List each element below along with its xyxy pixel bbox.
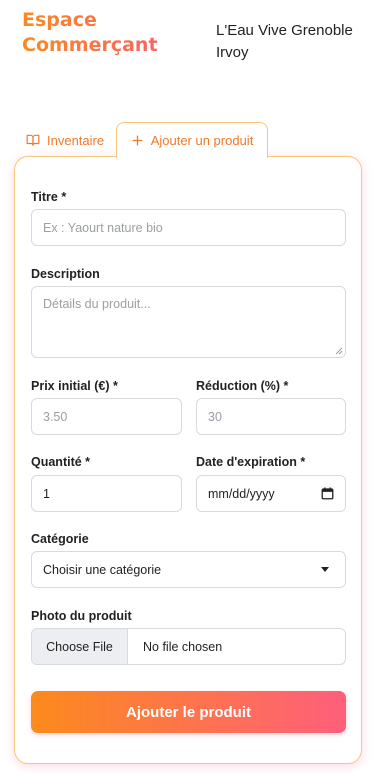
- tab-inventory[interactable]: Inventaire: [26, 122, 104, 158]
- shop-name: L'Eau Vive Grenoble Irvoy: [216, 22, 353, 61]
- title-label: Titre *: [31, 190, 67, 204]
- calendar-icon[interactable]: [321, 487, 334, 500]
- book-open-icon: [26, 133, 40, 147]
- price-input[interactable]: 3.50: [31, 398, 182, 435]
- expiry-date-value: mm/dd/yyyy: [208, 486, 275, 501]
- expiry-label: Date d'expiration *: [196, 455, 306, 469]
- brand-line-2: Commerçant: [22, 34, 158, 56]
- category-label: Catégorie: [31, 532, 89, 546]
- category-select[interactable]: Choisir une catégorie: [31, 551, 346, 588]
- quantity-input[interactable]: 1: [31, 475, 182, 512]
- price-label: Prix initial (€) *: [31, 379, 118, 393]
- description-textarea[interactable]: Détails du produit...: [31, 286, 346, 358]
- chevron-down-icon: [321, 567, 329, 572]
- description-label: Description: [31, 267, 100, 281]
- category-selected-value: Choisir une catégorie: [43, 562, 162, 577]
- brand-line-1: Espace: [22, 9, 97, 31]
- choose-file-button[interactable]: Choose File: [32, 629, 128, 664]
- tab-inventory-label: Inventaire: [47, 132, 105, 148]
- brand-title: Espace Commerçant: [22, 8, 158, 58]
- discount-label: Réduction (%) *: [196, 379, 289, 393]
- discount-input[interactable]: 30: [196, 398, 346, 435]
- photo-file-input[interactable]: Choose File No file chosen: [31, 628, 346, 665]
- tab-add-product-label: Ajouter un produit: [150, 133, 254, 148]
- plus-icon: [131, 134, 144, 147]
- resize-grip-icon[interactable]: [335, 347, 343, 355]
- tab-add-product[interactable]: Ajouter un produit: [116, 122, 268, 158]
- description-placeholder: Détails du produit...: [43, 297, 151, 311]
- quantity-label: Quantité *: [31, 455, 91, 469]
- title-input[interactable]: Ex : Yaourt nature bio: [31, 209, 346, 246]
- file-status: No file chosen: [143, 639, 223, 654]
- merchant-page: Espace Commerçant L'Eau Vive Grenoble Ir…: [0, 0, 376, 773]
- expiry-date-input[interactable]: mm/dd/yyyy: [196, 475, 346, 512]
- add-product-form: Titre * Ex : Yaourt nature bio Descripti…: [14, 156, 362, 764]
- add-product-submit-button[interactable]: Ajouter le produit: [31, 691, 346, 733]
- photo-label: Photo du produit: [31, 609, 132, 623]
